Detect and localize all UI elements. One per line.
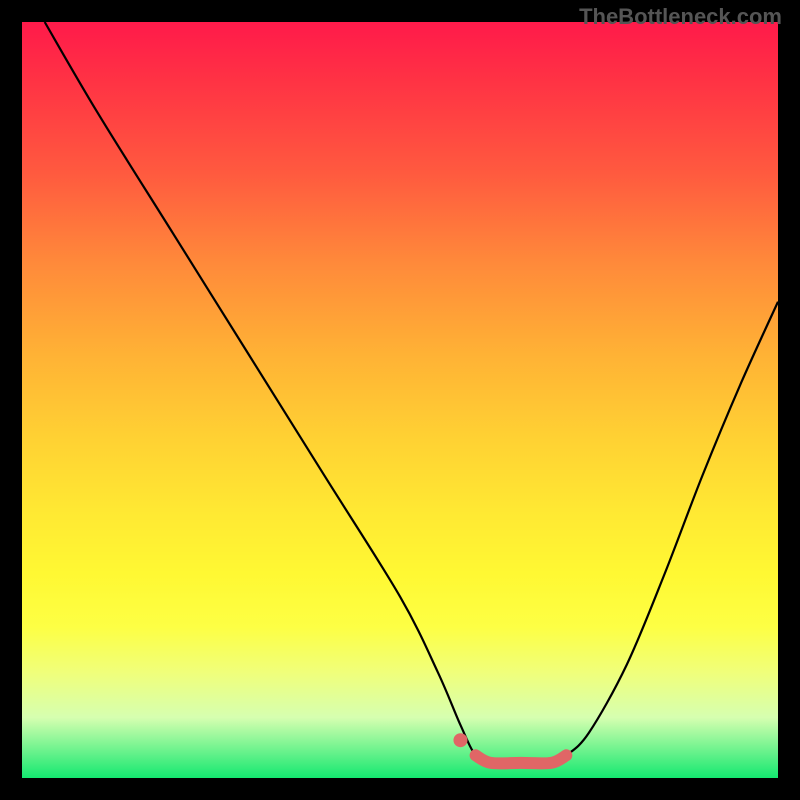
main-curve [45, 22, 778, 763]
highlight-segment [476, 755, 567, 763]
chart-plot-area [22, 22, 778, 778]
chart-curve-layer [22, 22, 778, 778]
highlight-dot [453, 733, 467, 747]
watermark-text: TheBottleneck.com [579, 4, 782, 30]
